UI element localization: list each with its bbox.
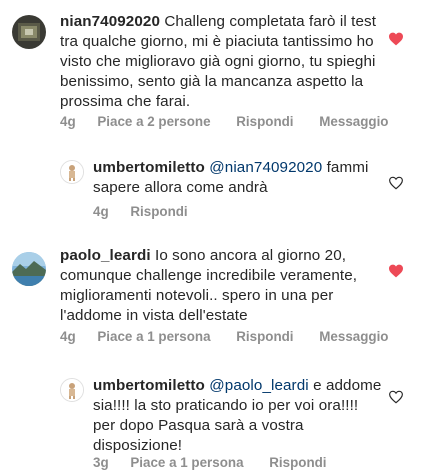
comment-time: 4g [93, 204, 109, 219]
comment-username[interactable]: umbertomiletto [93, 377, 205, 394]
user-avatar[interactable] [60, 160, 84, 184]
reply-button[interactable]: Rispondi [130, 204, 187, 219]
comment-username[interactable]: paolo_leardi [60, 247, 151, 264]
message-button[interactable]: Messaggio [319, 114, 388, 129]
user-avatar[interactable] [60, 378, 84, 402]
comment-username[interactable]: nian74092020 [60, 13, 160, 30]
comment-username[interactable]: umbertomiletto [93, 159, 205, 176]
comment-mention[interactable]: @nian74092020 [209, 159, 322, 176]
reply-button[interactable]: Rispondi [236, 329, 293, 344]
comment-time: 4g [60, 114, 76, 129]
comment-meta: 3g Piace a 1 persona Rispondi [93, 455, 349, 470]
likes-link[interactable]: Piace a 2 persone [97, 114, 210, 129]
comment-meta: 4g Piace a 2 persone Rispondi Messaggio [60, 114, 410, 129]
comment-meta: 4g Piace a 1 persona Rispondi Messaggio [60, 329, 410, 344]
heart-filled-icon[interactable] [388, 32, 404, 46]
user-avatar[interactable] [12, 252, 46, 286]
likes-link[interactable]: Piace a 1 persona [97, 329, 210, 344]
heart-outline-icon[interactable] [388, 176, 404, 190]
comment-mention[interactable]: @paolo_leardi [209, 377, 308, 394]
heart-outline-icon[interactable] [388, 390, 404, 404]
user-avatar[interactable] [12, 15, 46, 49]
reply-button[interactable]: Rispondi [269, 455, 326, 470]
reply-button[interactable]: Rispondi [236, 114, 293, 129]
message-button[interactable]: Messaggio [319, 329, 388, 344]
likes-link[interactable]: Piace a 1 persona [130, 455, 243, 470]
heart-filled-icon[interactable] [388, 264, 404, 278]
comment-meta: 4g Rispondi [93, 204, 210, 219]
comment-time: 3g [93, 455, 109, 470]
comment-time: 4g [60, 329, 76, 344]
